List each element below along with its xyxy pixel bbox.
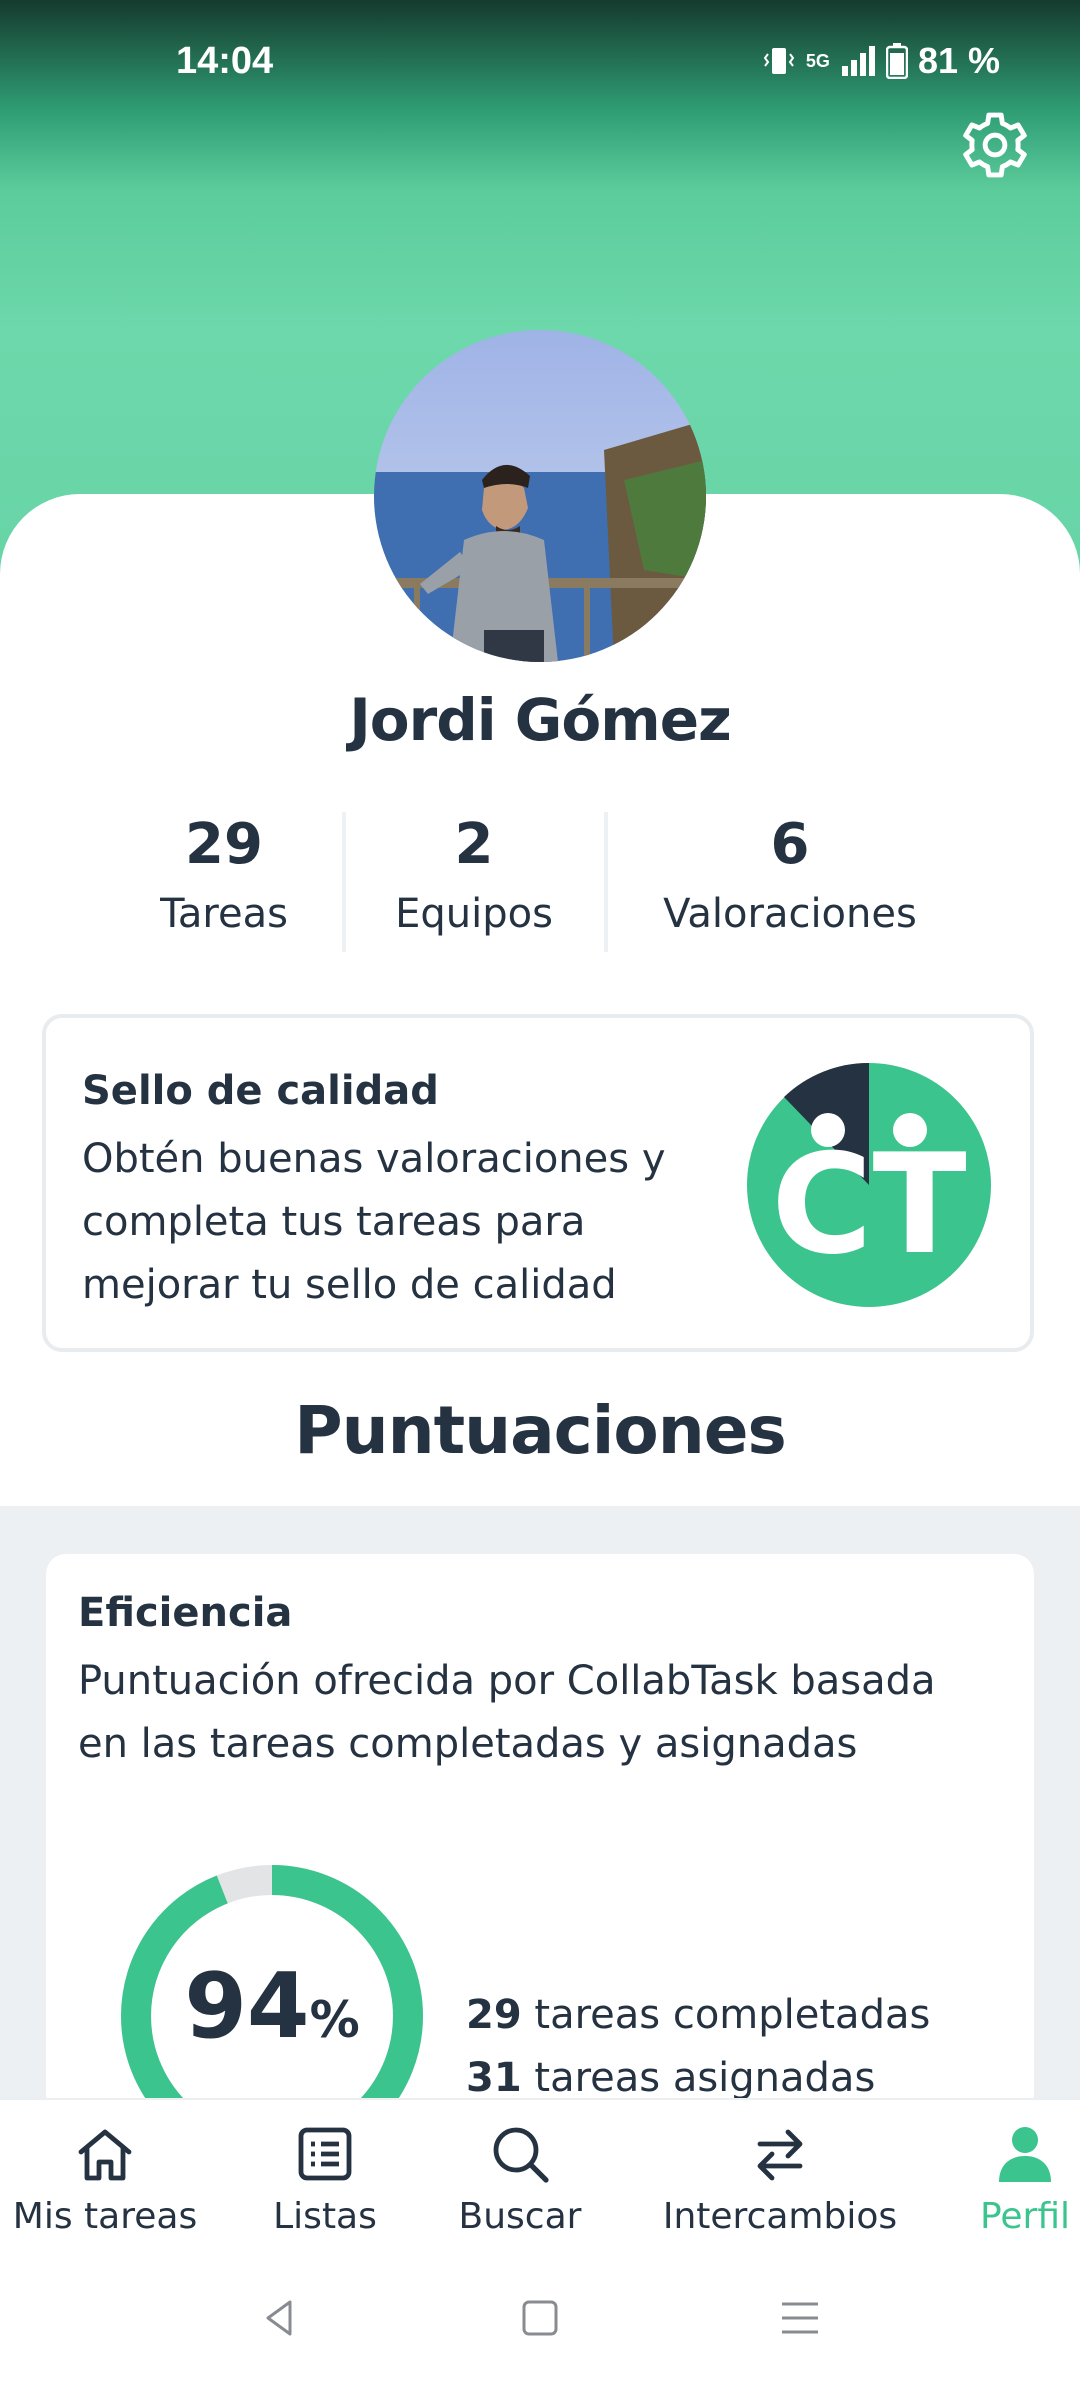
- seal-logo-text: CT: [771, 1124, 966, 1285]
- nav-label: Intercambios: [662, 2196, 898, 2237]
- network-type: 5G: [805, 50, 830, 71]
- nav-label: Perfil: [979, 2196, 1071, 2237]
- person-icon: [999, 2127, 1051, 2182]
- efficiency-description: Puntuación ofrecida por CollabTask basad…: [78, 1658, 936, 1767]
- collabtask-seal-logo: CT: [747, 1062, 991, 1307]
- home-square-icon[interactable]: [516, 2294, 564, 2342]
- nav-label: Listas: [273, 2196, 377, 2237]
- completed-label: tareas completadas: [521, 1992, 931, 2038]
- profile-name: Jordi Gómez: [349, 686, 732, 754]
- signal-icon: [841, 46, 875, 76]
- battery-icon: [885, 43, 908, 79]
- assigned-label: tareas asignadas: [521, 2055, 876, 2101]
- stat-value: 6: [770, 812, 810, 877]
- completed-count-row: 29 tareas completadas: [466, 1984, 930, 2047]
- profile-stats: 29 Tareas 2 Equipos 6 Valoraciones: [0, 812, 1080, 962]
- assigned-count: 31: [466, 2055, 522, 2101]
- nav-intercambios[interactable]: Intercambios: [640, 2122, 920, 2237]
- status-time: 14:04: [176, 40, 274, 82]
- scores-section-title: Puntuaciones: [294, 1392, 787, 1469]
- completed-count: 29: [466, 1992, 522, 2038]
- efficiency-card[interactable]: Eficiencia Puntuación ofrecida por Colla…: [46, 1554, 1034, 2167]
- avatar-photo: [374, 330, 706, 662]
- status-bar: 14:04 5G 81 %: [0, 40, 1080, 100]
- quality-seal-title: Sello de calidad: [82, 1068, 439, 1114]
- search-icon: [493, 2127, 549, 2183]
- stat-value: 29: [185, 812, 263, 877]
- nav-listas[interactable]: Listas: [240, 2122, 410, 2237]
- bottom-navigation: Mis tareas Listas Buscar Intercambios Pe…: [0, 2098, 1080, 2250]
- stat-tareas[interactable]: 29 Tareas: [132, 812, 316, 937]
- status-icons: 5G 81 %: [762, 40, 1000, 82]
- stat-value: 2: [454, 812, 494, 877]
- home-icon: [78, 2129, 132, 2181]
- stat-equipos[interactable]: 2 Equipos: [372, 812, 576, 937]
- nav-mis-tareas[interactable]: Mis tareas: [0, 2122, 210, 2237]
- percent-value: 94: [184, 1954, 310, 2059]
- swap-icon: [757, 2129, 803, 2181]
- stat-label: Equipos: [395, 891, 553, 937]
- settings-gear-icon[interactable]: [958, 108, 1032, 182]
- stat-label: Valoraciones: [663, 891, 917, 937]
- quality-seal-description: Obtén buenas valoraciones y completa tus…: [82, 1136, 666, 1308]
- stat-label: Tareas: [160, 891, 288, 937]
- efficiency-title: Eficiencia: [78, 1590, 293, 1636]
- avatar[interactable]: [374, 330, 706, 662]
- menu-lines-icon[interactable]: [776, 2294, 824, 2342]
- stat-divider: [604, 812, 608, 952]
- nav-label: Mis tareas: [12, 2196, 198, 2237]
- percent-sign: %: [309, 1991, 360, 2049]
- stat-divider: [342, 812, 346, 952]
- vibrate-icon: [763, 48, 795, 74]
- battery-level: 81 %: [917, 40, 1000, 81]
- stat-valoraciones[interactable]: 6 Valoraciones: [640, 812, 940, 937]
- efficiency-percent: 94%: [120, 1954, 424, 2059]
- quality-seal-card[interactable]: Sello de calidad Obtén buenas valoracion…: [42, 1014, 1034, 1352]
- nav-buscar[interactable]: Buscar: [430, 2122, 610, 2237]
- back-triangle-icon[interactable]: [256, 2294, 304, 2342]
- system-navigation-bar: [0, 2248, 1080, 2400]
- nav-label: Buscar: [458, 2196, 582, 2237]
- efficiency-counts: 29 tareas completadas 31 tareas asignada…: [466, 1984, 930, 2110]
- list-icon: [298, 2127, 352, 2181]
- nav-perfil[interactable]: Perfil: [958, 2122, 1080, 2237]
